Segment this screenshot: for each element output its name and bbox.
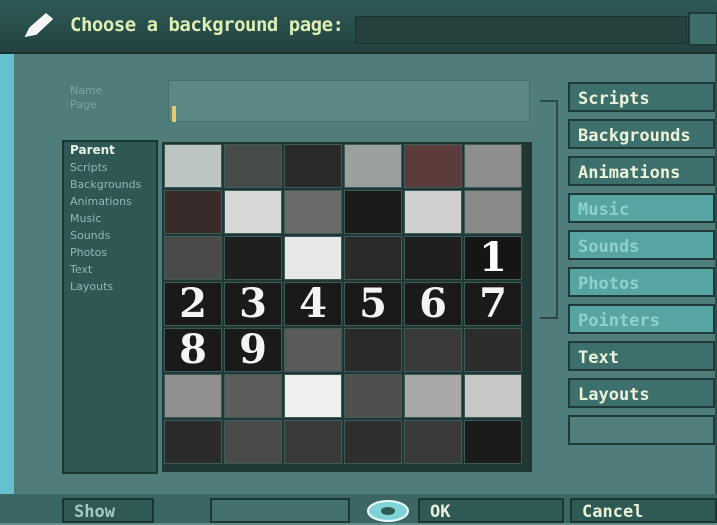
- thumbnail-number: 2: [179, 282, 207, 326]
- show-button[interactable]: Show: [62, 498, 154, 523]
- text-cursor: [172, 106, 176, 122]
- list-bracket: [540, 100, 558, 319]
- background-thumbnail[interactable]: [464, 190, 522, 234]
- thumbnail-number: 6: [419, 282, 447, 326]
- background-thumbnail[interactable]: 8: [164, 328, 222, 372]
- category-list-item[interactable]: Animations: [64, 193, 156, 210]
- background-thumbnail[interactable]: [344, 190, 402, 234]
- category-button[interactable]: Backgrounds: [568, 119, 715, 149]
- ok-icon: [367, 500, 409, 522]
- background-thumbnail[interactable]: [464, 374, 522, 418]
- background-thumbnail[interactable]: [344, 374, 402, 418]
- background-thumbnail[interactable]: [404, 190, 462, 234]
- background-thumbnail[interactable]: [464, 420, 522, 464]
- pencil-icon: [24, 13, 54, 38]
- background-thumbnail[interactable]: [284, 374, 342, 418]
- name-row: Name Page: [70, 78, 530, 124]
- background-thumbnail[interactable]: [224, 190, 282, 234]
- background-thumbnail[interactable]: [404, 236, 462, 280]
- category-list-item[interactable]: Scripts: [64, 159, 156, 176]
- background-thumbnail[interactable]: [404, 420, 462, 464]
- background-thumbnail[interactable]: [224, 236, 282, 280]
- name-label-line1: Name: [70, 84, 103, 97]
- background-thumbnail[interactable]: [404, 328, 462, 372]
- background-thumbnail[interactable]: 1: [464, 236, 522, 280]
- category-button[interactable]: Animations: [568, 156, 715, 186]
- background-thumbnail[interactable]: [284, 144, 342, 188]
- background-thumbnail[interactable]: [284, 236, 342, 280]
- dialog-title: Choose a background page:: [70, 14, 344, 36]
- thumbnail-number: 4: [299, 282, 327, 326]
- thumbnail-number: 7: [479, 282, 507, 326]
- background-thumbnail[interactable]: [344, 144, 402, 188]
- background-thumbnail-grid: 1 234567 89: [162, 142, 532, 472]
- background-thumbnail[interactable]: [164, 236, 222, 280]
- background-thumbnail[interactable]: 9: [224, 328, 282, 372]
- thumbnail-number: 3: [239, 282, 267, 326]
- name-label-line2: Page: [70, 98, 97, 111]
- background-thumbnail[interactable]: [164, 190, 222, 234]
- background-thumbnail[interactable]: [164, 374, 222, 418]
- show-options-button[interactable]: [210, 498, 350, 523]
- name-label: Name Page: [70, 84, 102, 112]
- background-thumbnail[interactable]: [284, 420, 342, 464]
- background-thumbnail[interactable]: 7: [464, 282, 522, 326]
- name-input[interactable]: [168, 80, 530, 122]
- background-thumbnail[interactable]: [284, 328, 342, 372]
- background-thumbnail[interactable]: [404, 374, 462, 418]
- thumbnail-number: 1: [479, 236, 507, 280]
- category-list-item[interactable]: Layouts: [64, 278, 156, 295]
- category-button[interactable]: Music: [568, 193, 715, 223]
- thumbnail-number: 9: [239, 328, 267, 372]
- background-thumbnail[interactable]: 4: [284, 282, 342, 326]
- background-thumbnail[interactable]: [224, 144, 282, 188]
- background-thumbnail[interactable]: [464, 328, 522, 372]
- background-thumbnail[interactable]: [224, 374, 282, 418]
- thumbnail-number: 5: [359, 282, 387, 326]
- background-thumbnail[interactable]: [284, 190, 342, 234]
- category-button[interactable]: Sounds: [568, 230, 715, 260]
- cancel-button[interactable]: Cancel: [570, 498, 717, 523]
- background-thumbnail[interactable]: [464, 144, 522, 188]
- category-button[interactable]: [568, 415, 715, 445]
- background-thumbnail[interactable]: 2: [164, 282, 222, 326]
- background-thumbnail[interactable]: 3: [224, 282, 282, 326]
- category-button[interactable]: Photos: [568, 267, 715, 297]
- category-button[interactable]: Text: [568, 341, 715, 371]
- background-thumbnail[interactable]: [164, 420, 222, 464]
- title-bar: Choose a background page:: [0, 0, 717, 54]
- background-thumbnail[interactable]: [344, 328, 402, 372]
- background-thumbnail[interactable]: [344, 420, 402, 464]
- category-list-item[interactable]: Backgrounds: [64, 176, 156, 193]
- thumbnail-number: 8: [179, 328, 207, 372]
- background-thumbnail[interactable]: 5: [344, 282, 402, 326]
- category-list-item[interactable]: Photos: [64, 244, 156, 261]
- choose-background-dialog: Choose a background page: Name Page Pare…: [0, 0, 717, 523]
- close-button[interactable]: [688, 12, 717, 46]
- title-bar-field: [355, 16, 687, 44]
- background-thumbnail[interactable]: [164, 144, 222, 188]
- background-thumbnail[interactable]: [224, 420, 282, 464]
- category-list-item[interactable]: Sounds: [64, 227, 156, 244]
- background-thumbnail[interactable]: [344, 236, 402, 280]
- category-button[interactable]: Layouts: [568, 378, 715, 408]
- ok-button[interactable]: OK: [418, 498, 564, 523]
- category-button[interactable]: Pointers: [568, 304, 715, 334]
- background-thumbnail[interactable]: 6: [404, 282, 462, 326]
- category-button[interactable]: Scripts: [568, 82, 715, 112]
- background-thumbnail[interactable]: [404, 144, 462, 188]
- window-left-edge: [0, 0, 14, 523]
- category-list-item[interactable]: Music: [64, 210, 156, 227]
- category-list[interactable]: Parent Scripts Backgrounds Animations Music S…: [62, 140, 158, 474]
- category-list-item[interactable]: Parent: [64, 142, 156, 159]
- category-list-item[interactable]: Text: [64, 261, 156, 278]
